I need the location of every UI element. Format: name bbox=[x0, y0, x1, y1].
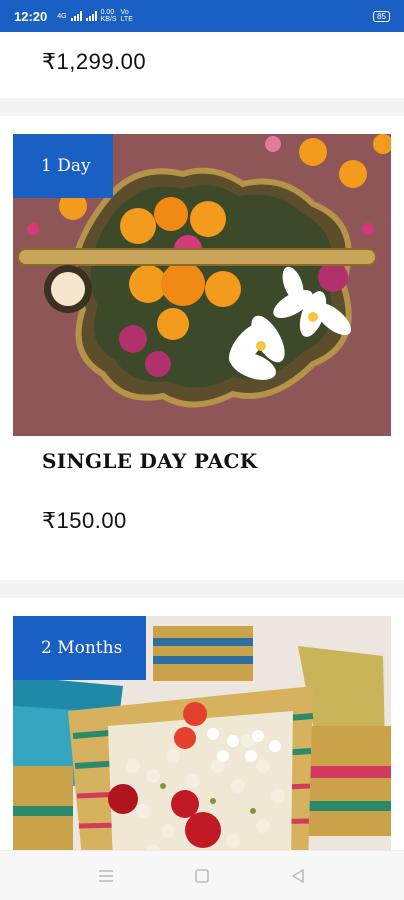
signal-bars-icon bbox=[70, 11, 82, 21]
previous-pack-card[interactable]: ₹1,299.00 bbox=[0, 32, 404, 98]
pack-price: ₹150.00 bbox=[42, 508, 127, 533]
card-divider bbox=[0, 98, 404, 116]
signal-bars-icon-2 bbox=[85, 11, 97, 21]
speed-value: 0.00 bbox=[100, 9, 115, 16]
speed-unit: KB/S bbox=[100, 16, 117, 23]
system-nav-bar bbox=[0, 850, 404, 900]
duration-badge: 2 Months bbox=[13, 616, 146, 680]
volte-label: Vo LTE bbox=[120, 9, 133, 23]
pack-list[interactable]: ₹1,299.00 1 Day SINGLE DAY PACK ₹150.00 … bbox=[0, 32, 404, 850]
back-triangle-icon[interactable] bbox=[290, 868, 306, 884]
network-speed: 0.00 KB/S bbox=[101, 9, 117, 23]
pack-title: SINGLE DAY PACK bbox=[42, 449, 258, 473]
pack-card-single-day[interactable]: 1 Day SINGLE DAY PACK ₹150.00 bbox=[0, 116, 404, 580]
signal-indicators: 4G 0.00 KB/S Vo LTE bbox=[57, 9, 138, 23]
card-divider bbox=[0, 580, 404, 598]
status-bar: 12:20 4G 0.00 KB/S Vo LTE 85 bbox=[0, 0, 404, 32]
battery-icon: 85 bbox=[373, 10, 390, 22]
duration-badge: 1 Day bbox=[13, 134, 113, 198]
status-time: 12:20 bbox=[14, 8, 48, 24]
battery-level: 85 bbox=[377, 11, 386, 21]
pack-card-two-months[interactable]: 2 Months bbox=[0, 598, 404, 850]
previous-pack-price: ₹1,299.00 bbox=[42, 49, 147, 74]
network-type-label: 4G bbox=[57, 12, 67, 20]
pack-image-flower-basket[interactable]: 1 Day bbox=[13, 134, 391, 436]
home-square-icon[interactable] bbox=[194, 868, 210, 884]
pack-image-bamboo-basket[interactable]: 2 Months bbox=[13, 616, 391, 850]
menu-icon[interactable] bbox=[98, 869, 114, 883]
